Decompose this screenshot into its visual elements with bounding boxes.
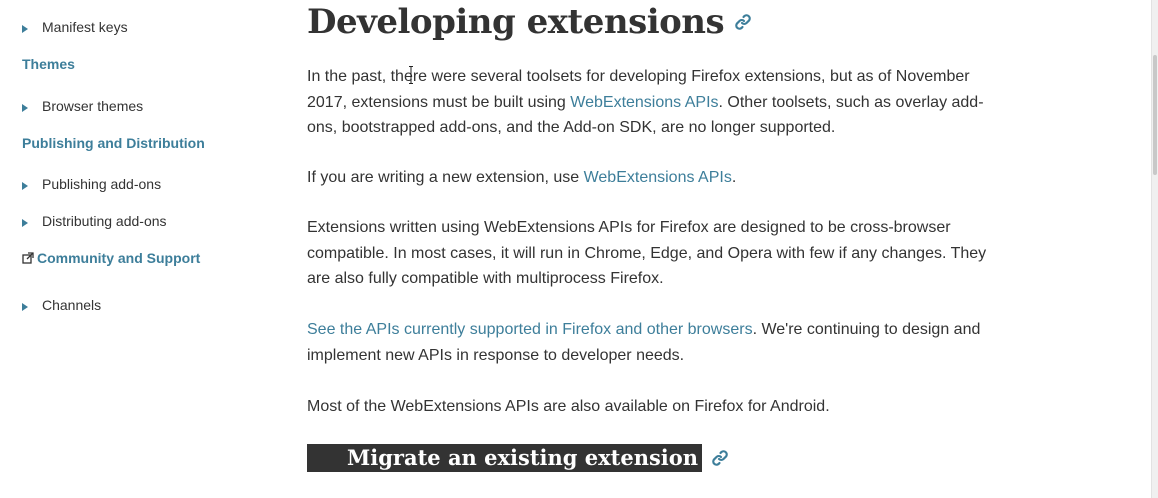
sidebar-nav: Manifest keys Themes Browser themes Publ… xyxy=(0,0,260,498)
sidebar-heading-themes[interactable]: Themes xyxy=(22,56,75,72)
sidebar-item-label: Distributing add-ons xyxy=(42,213,167,229)
section-heading-text: Migrate an existing extension xyxy=(307,444,703,472)
sidebar-heading-label: Community and Support xyxy=(37,250,201,266)
webextensions-apis-link[interactable]: WebExtensions APIs xyxy=(584,169,732,186)
triangle-right-icon[interactable] xyxy=(22,302,28,311)
sidebar-item-label: Publishing add-ons xyxy=(42,176,162,192)
vertical-scrollbar[interactable] xyxy=(1151,0,1158,498)
page-title: Developing extensions xyxy=(307,2,752,42)
text-cursor-icon xyxy=(409,66,413,84)
triangle-right-icon[interactable] xyxy=(22,218,28,227)
paragraph-text: . xyxy=(731,169,737,186)
sidebar-heading-publishing-and-distribution[interactable]: Publishing and Distribution xyxy=(22,135,205,151)
new-extension-paragraph: If you are writing a new extension, use … xyxy=(307,165,987,191)
triangle-right-icon[interactable] xyxy=(22,103,28,112)
supported-apis-paragraph: See the APIs currently supported in Fire… xyxy=(307,317,987,368)
supported-apis-link[interactable]: See the APIs currently supported in Fire… xyxy=(307,321,753,338)
paragraph-text: If you are writing a new extension, use xyxy=(307,169,584,186)
sidebar-item-channels[interactable]: Channels xyxy=(22,297,101,313)
sidebar-item-publishing-add-ons[interactable]: Publishing add-ons xyxy=(22,176,161,192)
sidebar-heading-community-and-support[interactable]: Community and Support xyxy=(22,250,200,266)
sidebar-item-label: Channels xyxy=(42,297,102,313)
sidebar-item-label: Manifest keys xyxy=(42,19,128,35)
sidebar-heading-label: Publishing and Distribution xyxy=(22,135,205,151)
sidebar-heading-label: Themes xyxy=(22,56,75,72)
cross-browser-paragraph: Extensions written using WebExtensions A… xyxy=(307,219,987,287)
page-title-text: Developing extensions xyxy=(307,2,725,42)
webextensions-apis-link[interactable]: WebExtensions APIs xyxy=(570,94,718,111)
triangle-right-icon[interactable] xyxy=(22,181,28,190)
sidebar-item-distributing-add-ons[interactable]: Distributing add-ons xyxy=(22,213,167,229)
external-link-icon xyxy=(22,252,34,264)
sidebar-item-manifest-keys[interactable]: Manifest keys xyxy=(22,19,128,35)
chain-link-icon[interactable] xyxy=(711,449,729,467)
triangle-right-icon[interactable] xyxy=(22,24,28,33)
scrollbar-thumb[interactable] xyxy=(1153,55,1157,175)
section-heading-migrate: Migrate an existing extension xyxy=(307,444,729,472)
sidebar-item-browser-themes[interactable]: Browser themes xyxy=(22,98,143,114)
sidebar-item-label: Browser themes xyxy=(42,98,144,114)
chain-link-icon[interactable] xyxy=(734,13,752,31)
page: Manifest keys Themes Browser themes Publ… xyxy=(0,0,1158,498)
android-paragraph: Most of the WebExtensions APIs are also … xyxy=(307,398,830,415)
